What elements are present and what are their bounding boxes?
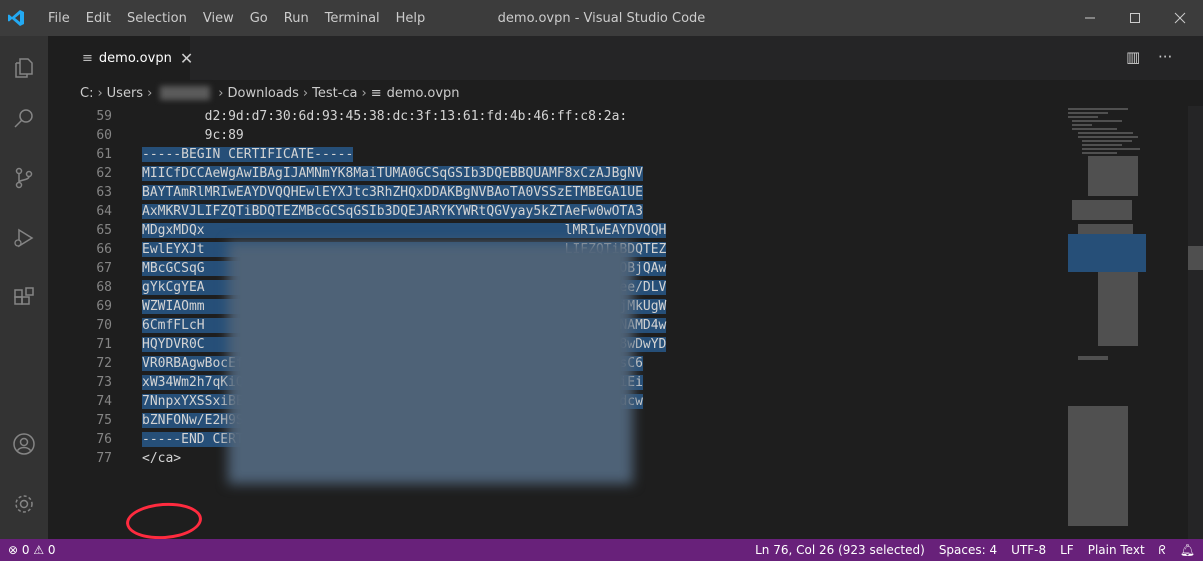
settings-gear-icon[interactable] [0, 480, 48, 528]
maximize-icon[interactable] [1112, 0, 1158, 36]
chevron-right-icon: › [97, 85, 103, 101]
code-line: MIICfDCCAeWgAwIBAgIJAMNmYK8MaiTUMA0GCSqG… [142, 166, 643, 181]
activity-bar [0, 36, 48, 539]
line-number: 71 [96, 337, 112, 352]
line-number: 66 [96, 242, 112, 257]
chevron-right-icon: › [302, 85, 309, 101]
split-editor-icon[interactable]: ▥ [1126, 48, 1140, 66]
search-icon[interactable] [0, 94, 48, 142]
line-number: 62 [96, 166, 112, 181]
feedback-icon[interactable]: ᖇ [1159, 543, 1166, 558]
code-line: d2:9d:d7:30:6d:93:45:38:dc:3f:13:61:fd:4… [142, 109, 628, 124]
code-line: -----BEGIN CERTIFICATE----- [142, 147, 354, 162]
breadcrumb-drive[interactable]: C: [80, 86, 93, 101]
line-number: 67 [96, 261, 112, 276]
eol-setting[interactable]: LF [1060, 543, 1074, 557]
tab-demo-ovpn[interactable]: ≡ demo.ovpn ✕ [48, 36, 193, 80]
vertical-scrollbar[interactable] [1188, 106, 1203, 539]
code-line: BAYTAmRlMRIwEAYDVQQHEwlEYXJtc3RhZHQxDDAK… [142, 185, 643, 200]
line-number: 65 [96, 223, 112, 238]
line-number: 73 [96, 375, 112, 390]
tab-bar: ≡ demo.ovpn ✕ ▥ ··· [48, 36, 1203, 80]
breadcrumb-downloads[interactable]: Downloads [227, 86, 298, 101]
line-number: 77 [96, 451, 112, 466]
code-line: 9c:89 [142, 128, 244, 143]
menu-terminal[interactable]: Terminal [325, 11, 380, 26]
extensions-icon[interactable] [0, 274, 48, 322]
line-number: 72 [96, 356, 112, 371]
code-line: MDgxMDQx lMRIwEAYDVQQH [142, 223, 667, 238]
line-number: 69 [96, 299, 112, 314]
language-mode[interactable]: Plain Text [1088, 543, 1145, 557]
scrollbar-thumb[interactable] [1188, 246, 1203, 270]
menu-run[interactable]: Run [284, 11, 309, 26]
line-number: 76 [96, 432, 112, 447]
problems-indicator[interactable]: ⊗ 0 ⚠ 0 [8, 543, 56, 557]
chevron-right-icon: › [147, 85, 153, 101]
menu-selection[interactable]: Selection [127, 11, 187, 26]
chevron-right-icon: › [361, 85, 367, 101]
code-editor[interactable]: 59 d2:9d:d7:30:6d:93:45:38:dc:3f:13:61:f… [48, 106, 1058, 539]
breadcrumb-users[interactable]: Users [107, 86, 143, 101]
status-bar: ⊗ 0 ⚠ 0 Ln 76, Col 26 (923 selected) Spa… [0, 539, 1203, 561]
tab-close-icon[interactable]: ✕ [180, 49, 193, 68]
account-icon[interactable] [0, 420, 48, 468]
code-line: AxMKRVJLIFZQTiBDQTEZMBcGCSqGSIb3DQEJARYK… [142, 204, 643, 219]
menu-edit[interactable]: Edit [86, 11, 111, 26]
breadcrumb-file[interactable]: demo.ovpn [387, 86, 460, 101]
vscode-logo-icon [0, 0, 32, 36]
run-debug-icon[interactable] [0, 214, 48, 262]
menu-view[interactable]: View [203, 11, 234, 26]
chevron-right-icon: › [218, 85, 224, 101]
line-number: 63 [96, 185, 112, 200]
breadcrumb-folder[interactable]: Test-ca [312, 86, 357, 101]
redacted-username [160, 86, 211, 100]
line-number: 64 [96, 204, 112, 219]
breadcrumb: C: › Users › › Downloads › Test-ca › ≡ d… [48, 80, 1203, 106]
line-number: 61 [96, 147, 112, 162]
line-number: 75 [96, 413, 112, 428]
line-number: 70 [96, 318, 112, 333]
line-number: 60 [96, 128, 112, 143]
code-line: </ca> [142, 451, 182, 466]
redacted-region [228, 242, 633, 484]
line-number: 68 [96, 280, 112, 295]
tab-label: demo.ovpn [98, 50, 172, 66]
line-number: 59 [96, 109, 112, 124]
menu-go[interactable]: Go [250, 11, 268, 26]
more-actions-icon[interactable]: ··· [1158, 48, 1172, 66]
line-number: 74 [96, 394, 112, 409]
close-window-icon[interactable] [1157, 0, 1203, 36]
source-control-icon[interactable] [0, 154, 48, 202]
minimap[interactable] [1058, 106, 1188, 539]
plain-text-file-icon: ≡ [82, 50, 93, 66]
menu-help[interactable]: Help [396, 11, 426, 26]
explorer-icon[interactable] [0, 44, 48, 92]
menu-file[interactable]: File [48, 11, 70, 26]
notifications-bell-icon[interactable]: 🔔︎ [1180, 543, 1195, 557]
minimize-icon[interactable] [1067, 0, 1113, 36]
cursor-position[interactable]: Ln 76, Col 26 (923 selected) [755, 543, 925, 557]
indentation-setting[interactable]: Spaces: 4 [939, 543, 997, 557]
menu-bar: File Edit Selection View Go Run Terminal… [48, 0, 441, 36]
plain-text-file-icon: ≡ [370, 85, 382, 101]
encoding-setting[interactable]: UTF-8 [1011, 543, 1046, 557]
title-bar: File Edit Selection View Go Run Terminal… [0, 0, 1203, 36]
